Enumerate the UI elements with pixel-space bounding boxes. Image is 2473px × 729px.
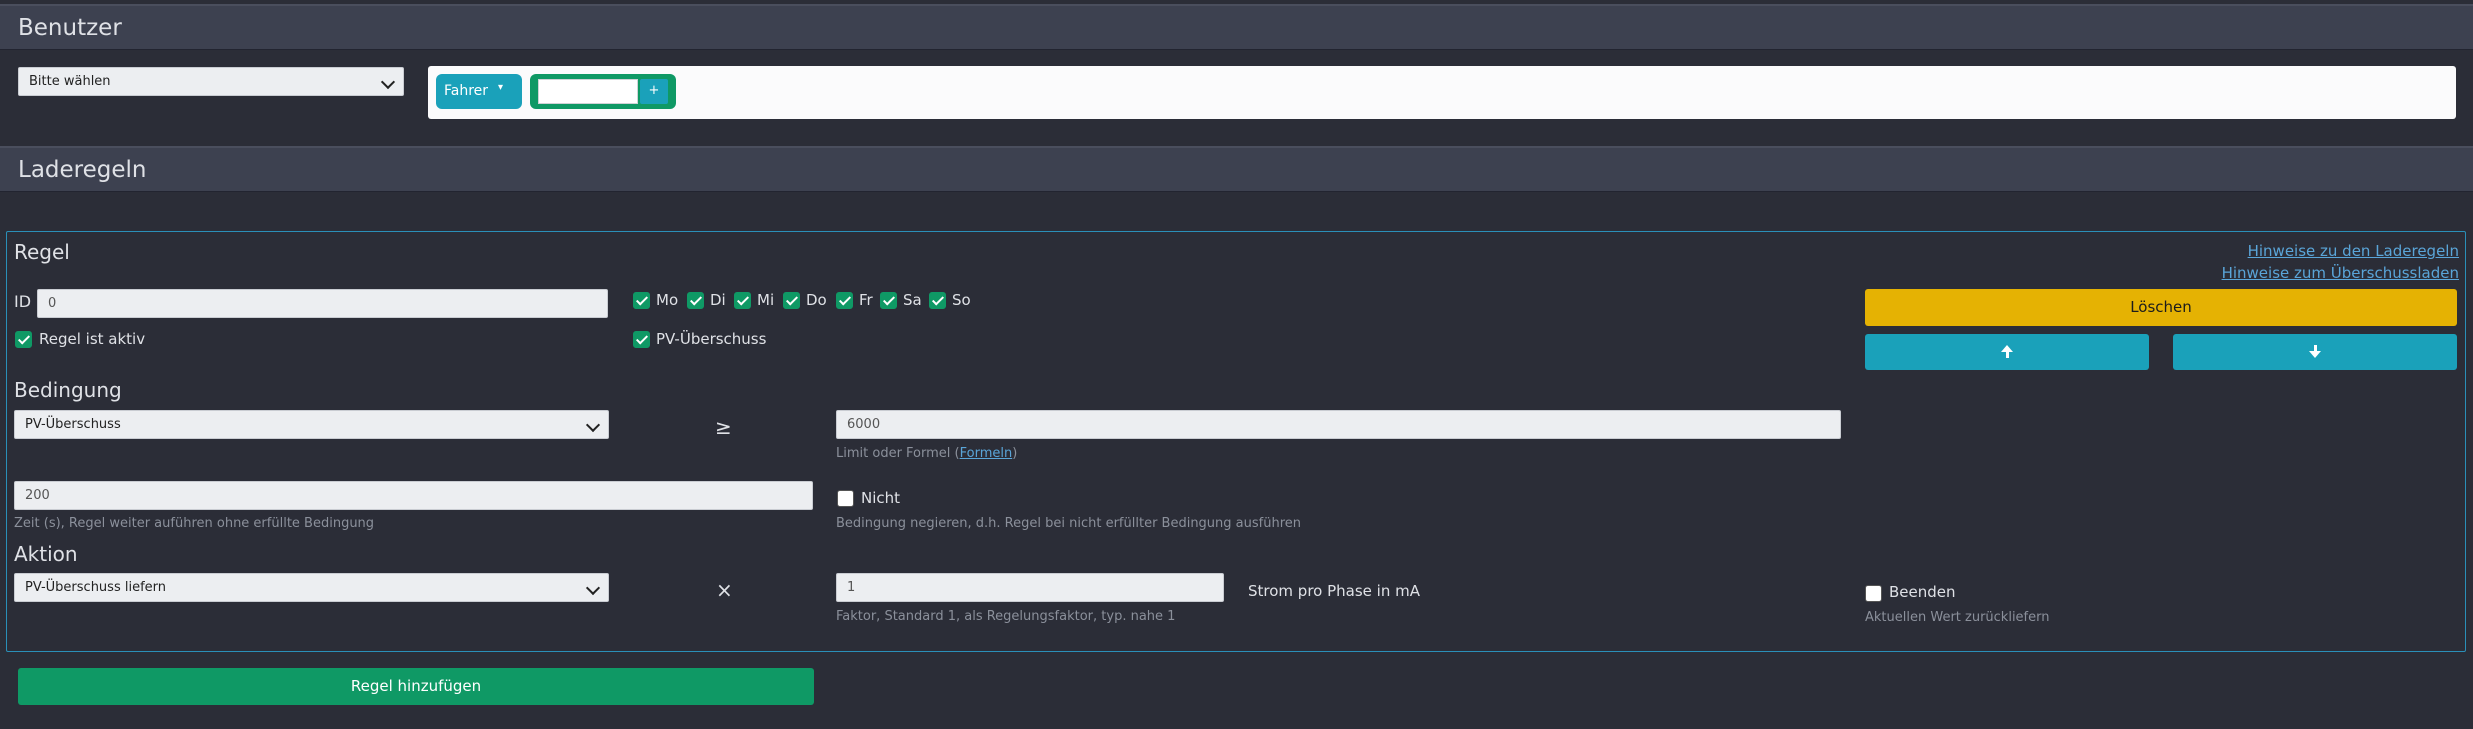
day-label-do: Do	[806, 291, 827, 309]
user-select-value: Bitte wählen	[29, 74, 111, 89]
chevron-down-icon	[380, 74, 396, 90]
move-up-button[interactable]	[1865, 334, 2149, 370]
benutzer-title: Benutzer	[18, 15, 122, 41]
chevron-down-icon	[585, 417, 601, 433]
delete-button[interactable]: Löschen	[1865, 289, 2457, 326]
user-select[interactable]: Bitte wählen	[18, 67, 404, 96]
add-tag-input[interactable]	[538, 79, 638, 104]
time-hint: Zeit (s), Regel weiter auführen ohne erf…	[14, 516, 375, 531]
caret-down-icon[interactable]: ▾	[498, 82, 503, 93]
pv-label: PV-Überschuss	[656, 330, 767, 348]
day-label-di: Di	[710, 291, 726, 309]
id-label: ID	[14, 292, 32, 311]
factor-field[interactable]: 1	[836, 573, 1224, 602]
limit-hint: Limit oder Formel (Formeln)	[836, 446, 1017, 461]
condition-select[interactable]: PV-Überschuss	[14, 410, 609, 439]
negate-label: Nicht	[861, 489, 901, 507]
condition-operator: ≥	[715, 415, 732, 439]
finish-label: Beenden	[1889, 583, 1956, 601]
day-checkbox-di[interactable]	[687, 292, 704, 309]
day-checkbox-sa[interactable]	[880, 292, 897, 309]
finish-checkbox[interactable]	[1865, 585, 1882, 602]
benutzer-header: Benutzer	[0, 4, 2473, 50]
time-field[interactable]: 200	[14, 481, 813, 510]
user-tags-box: Fahrer ▾ +	[428, 66, 2456, 119]
hint-link-ueberschuss[interactable]: Hinweise zum Überschussladen	[2222, 264, 2459, 282]
day-label-fr: Fr	[859, 291, 873, 309]
tag-fahrer[interactable]: Fahrer ▾	[436, 74, 522, 109]
arrow-down-icon	[2309, 345, 2321, 359]
add-tag-group: +	[530, 74, 676, 109]
hint-link-laderegeln[interactable]: Hinweise zu den Laderegeln	[2248, 242, 2459, 260]
action-select[interactable]: PV-Überschuss liefern	[14, 573, 609, 602]
pv-checkbox[interactable]	[633, 331, 650, 348]
id-field[interactable]: 0	[37, 289, 608, 318]
laderegeln-title: Laderegeln	[18, 157, 147, 183]
day-label-so: So	[952, 291, 971, 309]
day-label-mi: Mi	[757, 291, 775, 309]
finish-hint: Aktuellen Wert zurückliefern	[1865, 610, 2050, 625]
day-checkbox-so[interactable]	[929, 292, 946, 309]
aktion-title: Aktion	[14, 542, 78, 566]
chevron-down-icon	[585, 580, 601, 596]
active-checkbox[interactable]	[15, 331, 32, 348]
active-label: Regel ist aktiv	[39, 330, 146, 348]
laderegeln-header: Laderegeln	[0, 146, 2473, 192]
day-label-mo: Mo	[656, 291, 679, 309]
factor-unit: Strom pro Phase in mA	[1248, 582, 1420, 600]
action-select-value: PV-Überschuss liefern	[25, 580, 167, 595]
day-checkbox-mo[interactable]	[633, 292, 650, 309]
day-checkbox-mi[interactable]	[734, 292, 751, 309]
tag-fahrer-label: Fahrer	[444, 83, 489, 99]
negate-hint: Bedingung negieren, d.h. Regel bei nicht…	[836, 516, 1302, 531]
negate-checkbox[interactable]	[837, 490, 854, 507]
day-checkbox-do[interactable]	[783, 292, 800, 309]
regel-title: Regel	[14, 240, 70, 264]
limit-hint-suffix: )	[1012, 446, 1018, 461]
arrow-up-icon	[2001, 345, 2013, 359]
condition-select-value: PV-Überschuss	[25, 417, 121, 432]
limit-field[interactable]: 6000	[836, 410, 1841, 439]
action-operator: ×	[716, 578, 733, 602]
move-down-button[interactable]	[2173, 334, 2457, 370]
day-label-sa: Sa	[903, 291, 922, 309]
factor-hint: Faktor, Standard 1, als Regelungsfaktor,…	[836, 609, 1176, 624]
add-rule-button[interactable]: Regel hinzufügen	[18, 668, 814, 705]
add-tag-button[interactable]: +	[640, 79, 668, 104]
day-checkbox-fr[interactable]	[836, 292, 853, 309]
formeln-link[interactable]: Formeln	[960, 446, 1013, 461]
bedingung-title: Bedingung	[14, 378, 122, 402]
limit-hint-prefix: Limit oder Formel (	[836, 446, 960, 461]
